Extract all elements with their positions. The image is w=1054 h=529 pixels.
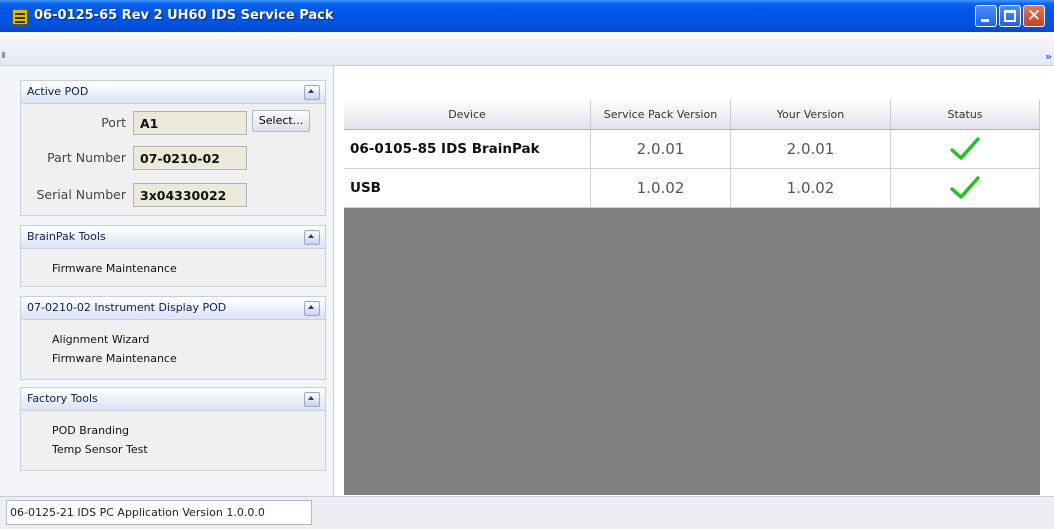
- section-title: 07-0210-02 Instrument Display POD: [27, 301, 227, 314]
- column-header-device[interactable]: Device: [344, 100, 591, 130]
- toolbar: [0, 32, 1054, 66]
- part-number-field: 07-0210-02: [133, 146, 247, 170]
- brainpak-tools-header[interactable]: BrainPak Tools: [21, 226, 325, 249]
- column-header-your-version[interactable]: Your Version: [731, 100, 891, 130]
- app-icon: [12, 9, 28, 25]
- section-title: Active POD: [27, 85, 89, 98]
- link-pod-branding[interactable]: POD Branding: [52, 424, 129, 437]
- port-label: Port: [101, 115, 126, 130]
- section-title: Factory Tools: [27, 392, 98, 405]
- table-row-your-version[interactable]: 2.0.01: [731, 130, 891, 169]
- table-row-status[interactable]: [891, 169, 1040, 208]
- serial-number-label: Serial Number: [36, 187, 126, 202]
- table-row-your-version[interactable]: 1.0.02: [731, 169, 891, 208]
- section-title: BrainPak Tools: [27, 230, 106, 243]
- active-pod-header[interactable]: Active POD: [21, 81, 325, 104]
- collapse-icon[interactable]: [304, 230, 320, 245]
- window-title: 06-0125-65 Rev 2 UH60 IDS Service Pack: [34, 8, 334, 23]
- title-bar[interactable]: 06-0125-65 Rev 2 UH60 IDS Service Pack ✕: [0, 0, 1054, 32]
- link-alignment-wizard[interactable]: Alignment Wizard: [52, 333, 149, 346]
- part-number-label: Part Number: [47, 150, 126, 165]
- instrument-pod-section: 07-0210-02 Instrument Display POD Alignm…: [20, 296, 326, 380]
- serial-number-field: 3x04330022: [133, 183, 247, 207]
- table-row-device[interactable]: 06-0105-85 IDS BrainPak: [344, 130, 591, 169]
- port-field: A1: [133, 111, 247, 135]
- table-row-service-pack-version[interactable]: 1.0.02: [591, 169, 731, 208]
- select-port-button[interactable]: Select...: [252, 110, 310, 132]
- brainpak-tools-section: BrainPak Tools Firmware Maintenance: [20, 225, 326, 287]
- collapse-icon[interactable]: [304, 85, 320, 100]
- minimize-icon: [981, 19, 989, 22]
- table-row-status[interactable]: [891, 130, 1040, 169]
- column-header-service-pack-version[interactable]: Service Pack Version: [591, 100, 731, 130]
- link-firmware-maintenance[interactable]: Firmware Maintenance: [52, 352, 177, 365]
- maximize-button[interactable]: [999, 5, 1021, 27]
- collapse-icon[interactable]: [304, 392, 320, 407]
- link-temp-sensor-test[interactable]: Temp Sensor Test: [52, 443, 148, 456]
- collapse-icon[interactable]: [304, 301, 320, 316]
- maximize-icon: [1004, 10, 1016, 22]
- toolbar-grip-icon[interactable]: [2, 52, 5, 58]
- check-icon: [950, 137, 980, 160]
- minimize-button[interactable]: [975, 5, 997, 27]
- table-row-service-pack-version[interactable]: 2.0.01: [591, 130, 731, 169]
- close-icon: ✕: [1026, 6, 1042, 26]
- link-firmware-maintenance[interactable]: Firmware Maintenance: [52, 262, 177, 275]
- column-header-status[interactable]: Status: [891, 100, 1040, 130]
- table-row-device[interactable]: USB: [344, 169, 591, 208]
- instrument-pod-header[interactable]: 07-0210-02 Instrument Display POD: [21, 297, 325, 320]
- factory-tools-header[interactable]: Factory Tools: [21, 388, 325, 411]
- check-icon: [950, 176, 980, 199]
- toolbar-overflow-icon[interactable]: »: [1045, 50, 1052, 63]
- status-text: 06-0125-21 IDS PC Application Version 1.…: [6, 500, 312, 525]
- factory-tools-section: Factory Tools POD Branding Temp Sensor T…: [20, 387, 326, 471]
- service-pack-grid: Device Service Pack Version Your Version…: [344, 100, 1040, 495]
- close-button[interactable]: ✕: [1023, 5, 1045, 27]
